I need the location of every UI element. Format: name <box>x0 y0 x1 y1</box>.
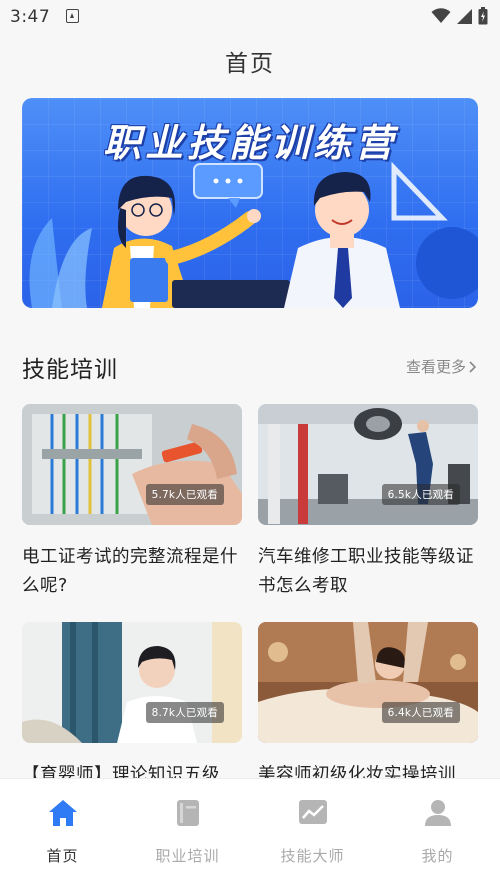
course-card[interactable]: 8.7k人已观看 【育婴师】理论知识五级 <box>22 622 242 790</box>
tab-label: 我的 <box>421 847 454 865</box>
view-more-label: 查看更多 <box>405 358 466 376</box>
view-count-badge: 6.5k人已观看 <box>381 484 460 505</box>
childcare-photo <box>22 622 242 743</box>
course-card[interactable]: 6.4k人已观看 美容师初级化妆实操培训 <box>258 622 478 790</box>
notification-app-icon <box>66 9 79 23</box>
view-count-badge: 5.7k人已观看 <box>145 484 224 505</box>
bottom-tab-bar: 首页 职业培训 技能大师 我的 <box>0 778 500 888</box>
tab-training[interactable]: 职业培训 <box>125 779 250 888</box>
promo-banner[interactable]: 职业技能训练营 <box>22 98 478 308</box>
section-header-skills: 技能培训 查看更多 <box>22 348 478 388</box>
book-icon <box>172 797 204 829</box>
signal-icon <box>457 8 472 24</box>
tab-label: 技能大师 <box>280 847 345 865</box>
view-count-badge: 8.7k人已观看 <box>145 702 224 723</box>
chart-icon <box>297 797 329 829</box>
banner-illustration <box>29 161 478 308</box>
section-title: 技能培训 <box>22 357 118 383</box>
course-title: 汽车维修工职业技能等级证书怎么考取 <box>258 547 474 596</box>
beauty-massage-photo <box>258 622 478 743</box>
tab-home[interactable]: 首页 <box>0 779 125 888</box>
chevron-right-icon <box>469 360 477 373</box>
home-icon <box>47 797 79 829</box>
status-indicators <box>431 6 488 26</box>
course-card[interactable]: 5.7k人已观看 电工证考试的完整流程是什么呢? <box>22 404 242 601</box>
wifi-icon <box>431 8 451 23</box>
battery-icon <box>478 7 488 25</box>
tab-label: 职业培训 <box>155 847 220 865</box>
status-time: 3:47 <box>10 7 51 27</box>
tab-profile[interactable]: 我的 <box>375 779 500 888</box>
user-icon <box>422 797 454 829</box>
view-more-link[interactable]: 查看更多 <box>406 356 478 377</box>
view-count-badge: 6.4k人已观看 <box>381 702 460 723</box>
car-repair-photo <box>258 404 478 525</box>
course-thumbnail: 6.4k人已观看 <box>258 622 478 743</box>
course-card[interactable]: 6.5k人已观看 汽车维修工职业技能等级证书怎么考取 <box>258 404 478 601</box>
course-thumbnail: 6.5k人已观看 <box>258 404 478 525</box>
course-thumbnail: 8.7k人已观看 <box>22 622 242 743</box>
tab-label: 首页 <box>46 847 79 865</box>
course-thumbnail: 5.7k人已观看 <box>22 404 242 525</box>
tab-masters[interactable]: 技能大师 <box>250 779 375 888</box>
page-title: 首页 <box>225 51 275 77</box>
electrical-wiring-photo <box>22 404 242 525</box>
course-title: 电工证考试的完整流程是什么呢? <box>22 547 238 596</box>
status-bar: 3:47 <box>0 0 500 34</box>
